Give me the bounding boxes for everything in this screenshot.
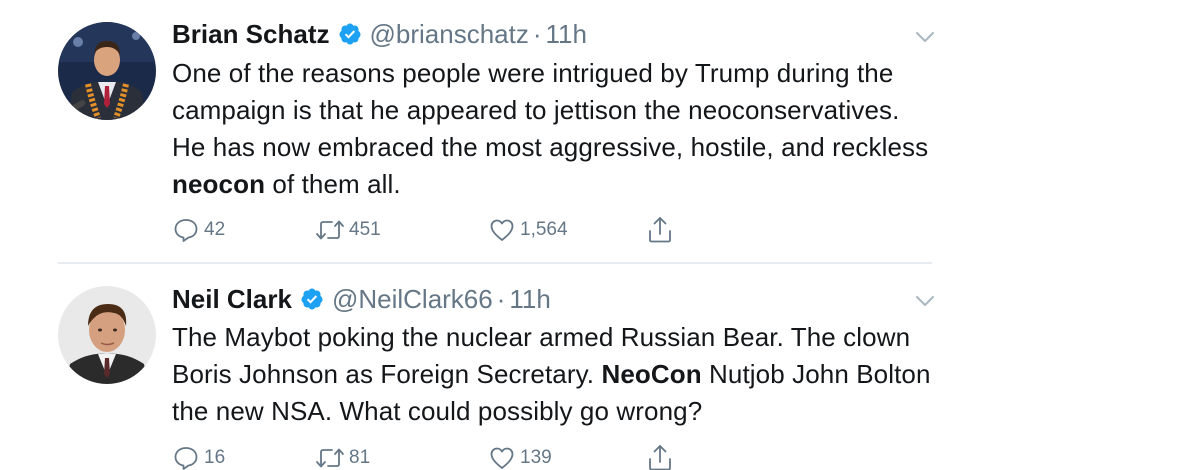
tweet-header: Brian Schatz @brianschatz · 11h [172, 16, 587, 52]
reply-count: 42 [204, 219, 226, 240]
verified-badge-icon [301, 288, 323, 310]
avatar-image-brian-schatz [58, 22, 156, 120]
tweet[interactable]: Neil Clark @NeilClark66 · 11h The Maybot… [0, 264, 940, 470]
reply-button[interactable]: 42 [172, 214, 225, 246]
tweet-text: One of the reasons people were intrigued… [172, 55, 932, 203]
tweet-text-bold-segment: neocon [172, 169, 266, 199]
like-button[interactable]: 1,564 [488, 214, 568, 246]
tweet-actions: 16 81 139 [172, 442, 712, 470]
share-icon [649, 445, 671, 470]
timestamp[interactable]: 11h [509, 281, 550, 317]
like-count: 1,564 [520, 219, 568, 240]
avatar-image-neil-clark [58, 286, 156, 384]
reply-count: 16 [204, 447, 226, 468]
tweet-actions: 42 451 1,564 [172, 214, 712, 246]
reply-icon [174, 219, 198, 242]
retweet-count: 81 [349, 447, 371, 468]
reply-button[interactable]: 16 [172, 442, 225, 470]
avatar[interactable] [58, 286, 156, 384]
retweet-count: 451 [349, 219, 381, 240]
tweet-feed: Brian Schatz @brianschatz · 11h One of t… [0, 0, 1200, 470]
timestamp[interactable]: 11h [546, 16, 587, 52]
tweet[interactable]: Brian Schatz @brianschatz · 11h One of t… [0, 0, 940, 263]
retweet-button[interactable]: 451 [315, 214, 381, 246]
heart-icon [490, 447, 514, 469]
author-handle[interactable]: @NeilClark66 [332, 281, 493, 317]
chevron-down-icon[interactable] [914, 26, 936, 48]
separator-dot: · [496, 284, 506, 314]
author-name[interactable]: Brian Schatz [172, 16, 330, 52]
avatar[interactable] [58, 22, 156, 120]
separator-dot: · [532, 19, 542, 49]
chevron-down-icon[interactable] [914, 290, 936, 312]
retweet-button[interactable]: 81 [315, 442, 370, 470]
verified-badge-icon [339, 23, 360, 45]
retweet-icon [316, 448, 344, 468]
tweet-header: Neil Clark @NeilClark66 · 11h [172, 281, 551, 317]
reply-icon [174, 447, 198, 470]
tweet-text-segment: One of the reasons people were intrigued… [172, 58, 929, 162]
share-icon [649, 217, 671, 243]
like-button[interactable]: 139 [488, 442, 552, 470]
author-handle[interactable]: @brianschatz [370, 16, 529, 52]
tweet-text-segment: of them all. [265, 169, 401, 199]
tweet-text-bold-segment: NeoCon [601, 359, 702, 389]
share-button[interactable] [646, 442, 678, 470]
heart-icon [490, 219, 514, 241]
author-name[interactable]: Neil Clark [172, 281, 292, 317]
tweet-text: The Maybot poking the nuclear armed Russ… [172, 319, 932, 430]
share-button[interactable] [646, 214, 678, 246]
retweet-icon [316, 220, 344, 240]
like-count: 139 [520, 447, 552, 468]
